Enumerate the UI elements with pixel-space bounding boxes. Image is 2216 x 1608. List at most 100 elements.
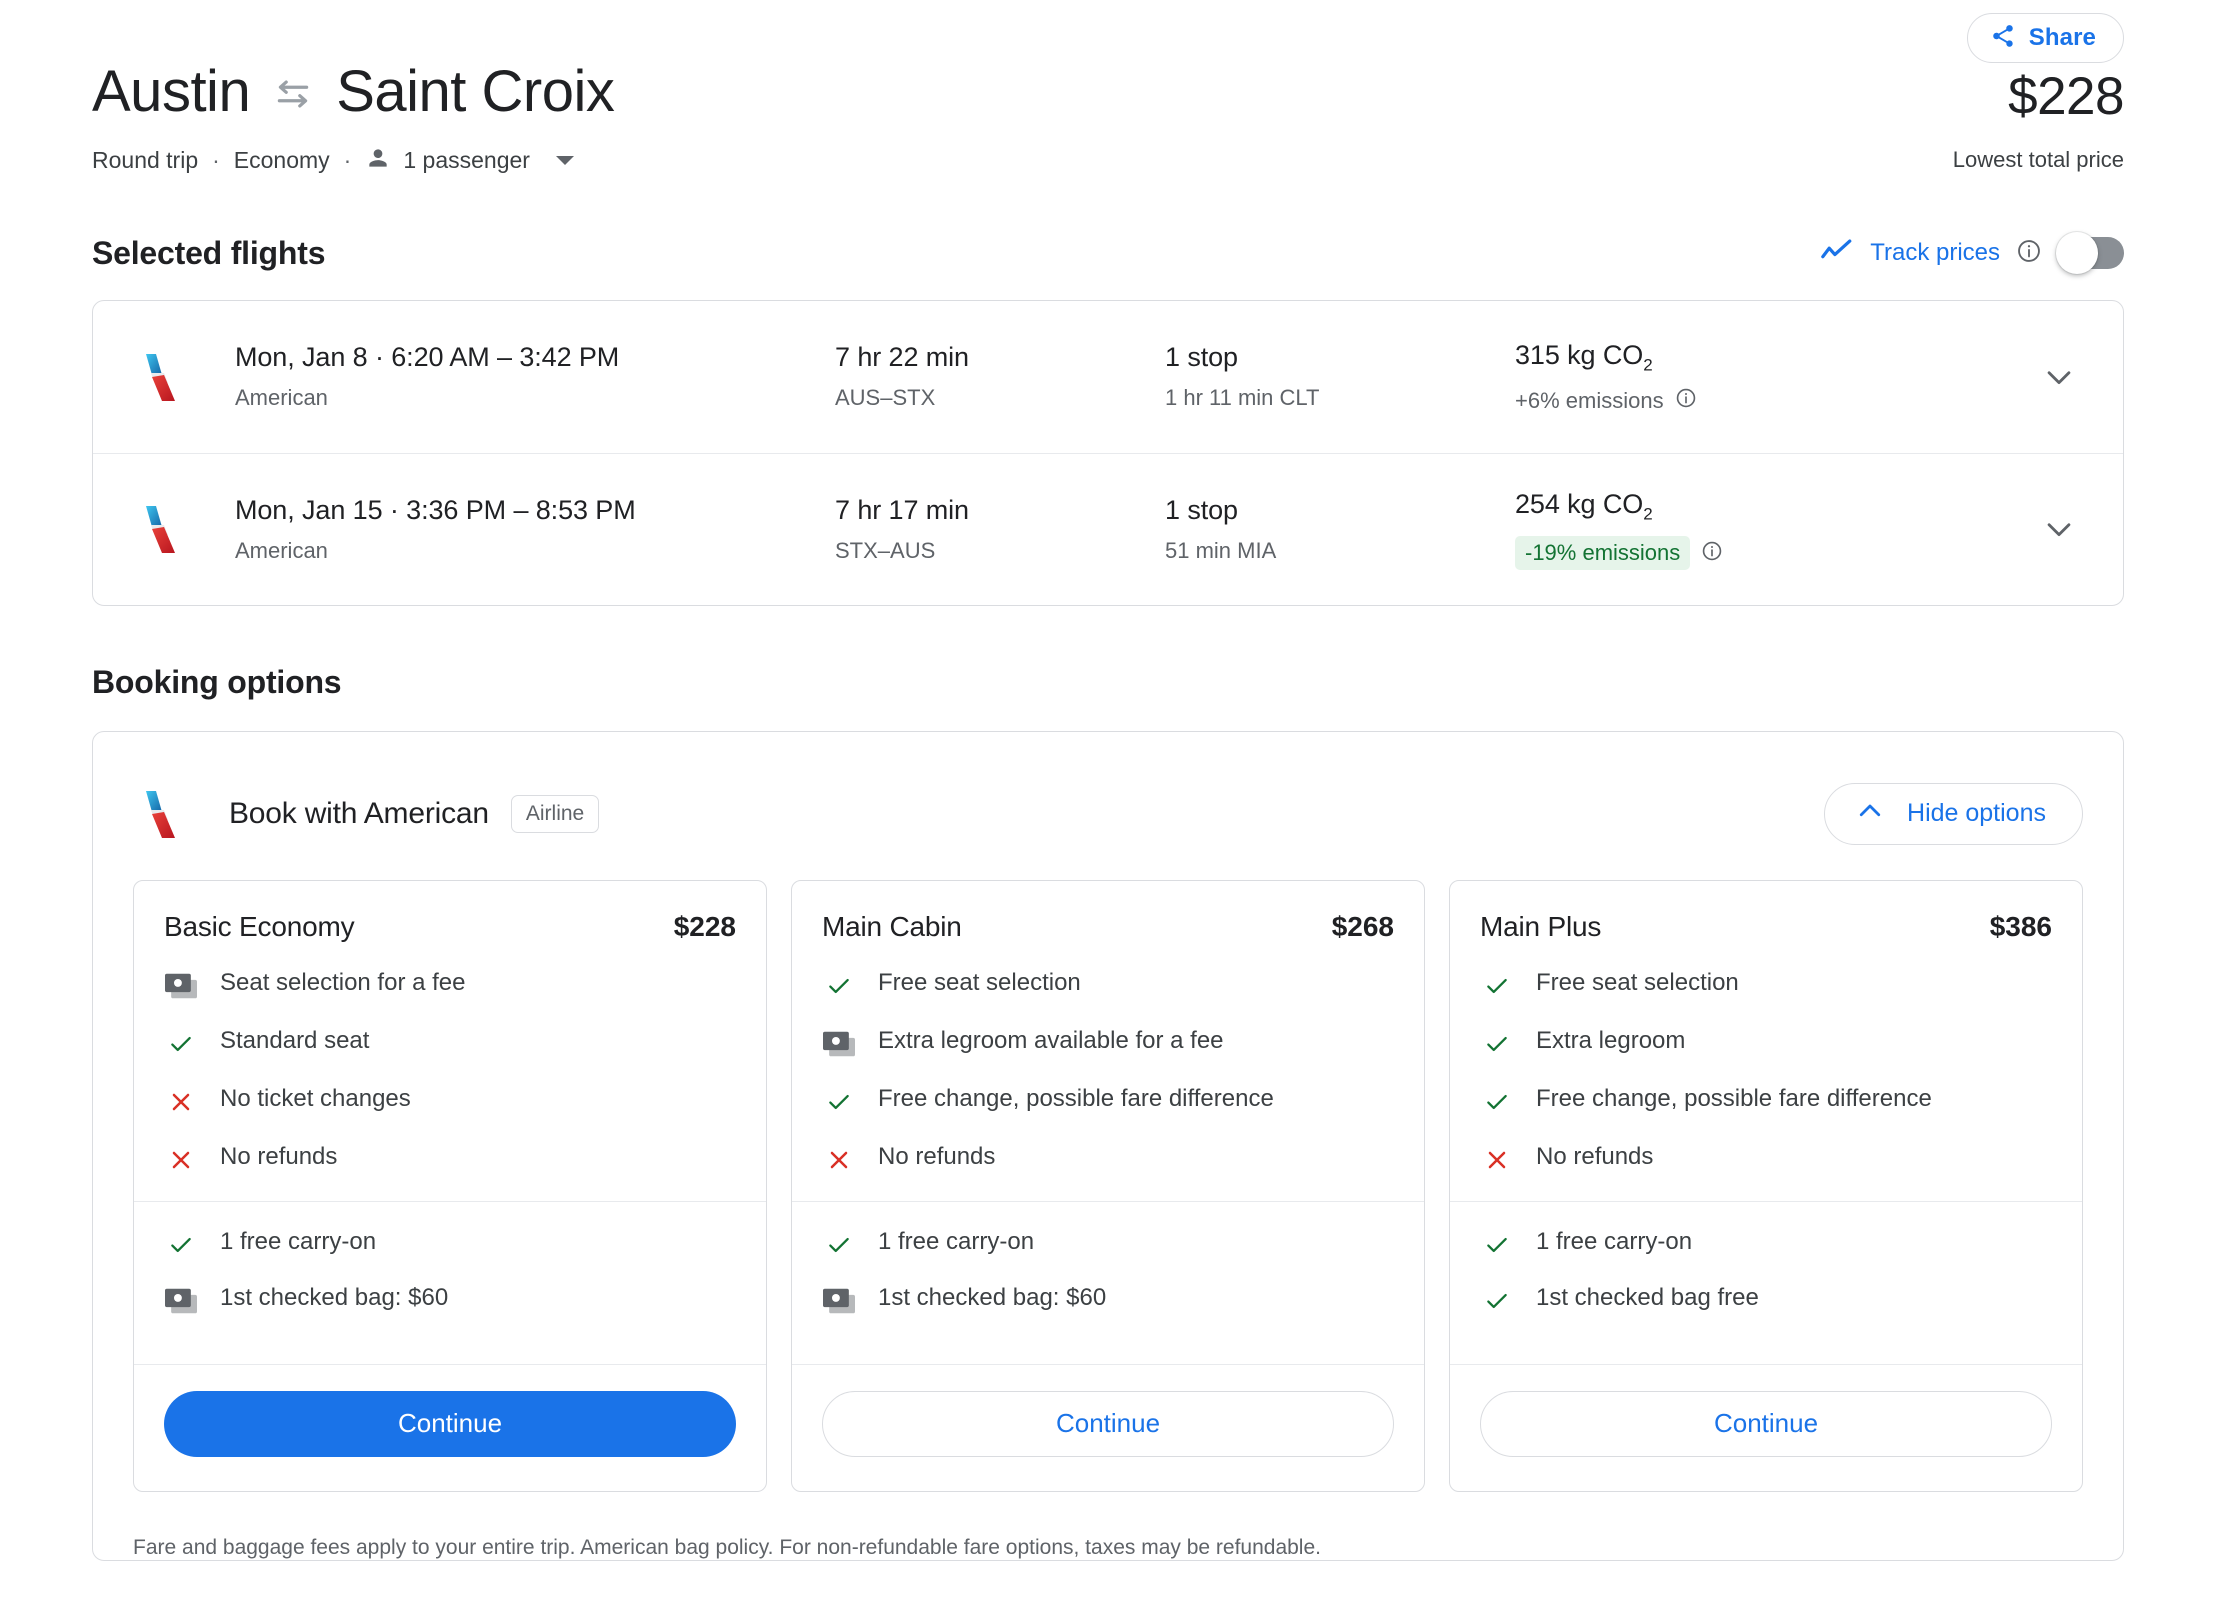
baggage-label: 1 free carry-on [878, 1227, 1035, 1255]
chevron-down-icon[interactable] [2039, 509, 2079, 549]
feature-label: Free seat selection [878, 968, 1081, 996]
co2-value: 254 [1515, 488, 1560, 519]
fare-baggage: 1 free carry-on 1st checked bag free [1450, 1200, 2082, 1364]
feature-item: No ticket changes [164, 1085, 736, 1117]
flight-layover: 1 hr 11 min CLT [1165, 385, 1320, 411]
trip-header: Austin Saint Croix Round trip · Economy … [92, 0, 2125, 177]
co2-unit: kg CO [1567, 488, 1644, 519]
baggage-item: 1 free carry-on [822, 1228, 1394, 1260]
passenger-selector[interactable]: 1 passenger [365, 145, 574, 177]
fare-price: $228 [673, 910, 736, 942]
co2-subscript: 2 [1643, 355, 1653, 375]
chevron-up-icon [1855, 796, 1885, 831]
info-icon[interactable] [1701, 540, 1723, 567]
flight-booking-page: Share Austin Saint Croix Round trip · Ec… [0, 0, 2216, 1608]
fare-cta-wrap: Continue [134, 1363, 766, 1491]
feature-item: Standard seat [164, 1027, 736, 1059]
continue-button[interactable]: Continue [822, 1390, 1394, 1457]
track-prices-label[interactable]: Track prices [1870, 239, 2000, 267]
fare-features: Free seat selection Extra legroom Free c… [1450, 951, 2082, 1201]
baggage-label: 1st checked bag: $60 [220, 1283, 449, 1311]
fee-money-icon [164, 971, 198, 1001]
cross-icon [1480, 1145, 1514, 1175]
chevron-down-icon[interactable] [2039, 357, 2079, 397]
cabin-class: Economy [233, 147, 330, 174]
fare-card[interactable]: Main Cabin $268 Free seat selection Extr… [791, 879, 1425, 1492]
continue-button[interactable]: Continue [1480, 1390, 2052, 1457]
flight-schedule: Mon, Jan 8 · 6:20 AM – 3:42 PM American [235, 342, 835, 411]
chevron-down-icon [555, 156, 574, 166]
hide-options-button[interactable]: Hide options [1824, 782, 2083, 845]
feature-label: Seat selection for a fee [220, 968, 466, 996]
flight-duration: 7 hr 22 min [835, 342, 969, 373]
flight-duration: 7 hr 17 min [835, 494, 969, 525]
flight-stops-block: 1 stop 51 min MIA [1165, 495, 1515, 564]
american-airlines-logo [133, 786, 189, 842]
booking-options-card: Book with American Airline Hide options … [92, 730, 2124, 1561]
track-prices-control: Track prices [1820, 232, 2124, 275]
fare-name: Basic Economy [164, 910, 355, 942]
info-icon[interactable] [1675, 387, 1697, 414]
flight-schedule: Mon, Jan 15 · 3:36 PM – 8:53 PM American [235, 495, 835, 564]
cross-icon [164, 1145, 198, 1175]
feature-label: No ticket changes [220, 1084, 411, 1112]
trip-summary: Round trip · Economy · 1 passenger [92, 145, 614, 177]
feature-label: Free seat selection [1536, 968, 1739, 996]
feature-item: Free change, possible fare difference [822, 1085, 1394, 1117]
flight-emissions-block: 254 kg CO2 -19% emissions [1515, 488, 1875, 571]
price-caption: Lowest total price [1952, 147, 2124, 172]
emissions-delta: +6% emissions [1515, 387, 1664, 413]
separator-2: · [343, 147, 352, 174]
check-icon [164, 1029, 198, 1059]
share-button[interactable]: Share [1966, 13, 2124, 63]
continue-button[interactable]: Continue [164, 1390, 736, 1457]
route-title: Austin Saint Croix [92, 59, 615, 124]
american-airlines-logo [133, 349, 189, 405]
booking-options-header: Booking options [92, 664, 2124, 701]
fare-header: Main Cabin $268 [792, 881, 1424, 951]
fare-cta-wrap: Continue [1450, 1363, 2082, 1491]
flight-row[interactable]: Mon, Jan 8 · 6:20 AM – 3:42 PM American … [93, 301, 2123, 453]
share-icon [1990, 23, 2016, 54]
fare-price: $268 [1331, 910, 1394, 942]
total-price: $228 [2008, 67, 2124, 126]
flight-row[interactable]: Mon, Jan 15 · 3:36 PM – 8:53 PM American… [93, 452, 2123, 605]
feature-label: No refunds [1536, 1142, 1654, 1170]
fee-money-icon [822, 1029, 856, 1059]
origin-city: Austin [92, 59, 251, 124]
selected-flights-title: Selected flights [92, 234, 326, 271]
baggage-label: 1 free carry-on [220, 1227, 377, 1255]
co2-value: 315 [1515, 339, 1560, 370]
feature-label: Extra legroom available for a fee [878, 1026, 1224, 1054]
co2-subscript: 2 [1643, 504, 1653, 524]
check-icon [1480, 1087, 1514, 1117]
trending-line-icon [1820, 238, 1854, 269]
flight-stops: 1 stop [1165, 494, 1238, 525]
share-button-label: Share [2028, 24, 2096, 51]
fare-baggage: 1 free carry-on 1st checked bag: $60 [134, 1200, 766, 1364]
check-icon [1480, 1230, 1514, 1260]
feature-item: Extra legroom available for a fee [822, 1027, 1394, 1059]
swap-arrows-icon [272, 77, 314, 116]
selected-flights-card: Mon, Jan 8 · 6:20 AM – 3:42 PM American … [92, 299, 2124, 606]
fare-card[interactable]: Main Plus $386 Free seat selection Extra… [1449, 879, 2083, 1492]
baggage-item: 1st checked bag free [1480, 1284, 2052, 1316]
fee-money-icon [164, 1286, 198, 1316]
cross-icon [822, 1145, 856, 1175]
fare-features: Free seat selection Extra legroom availa… [792, 951, 1424, 1201]
flight-emissions-block: 315 kg CO2 +6% emissions [1515, 340, 1875, 414]
fare-baggage: 1 free carry-on 1st checked bag: $60 [792, 1200, 1424, 1364]
flight-stops-block: 1 stop 1 hr 11 min CLT [1165, 342, 1515, 411]
passenger-count: 1 passenger [403, 147, 530, 174]
baggage-label: 1st checked bag free [1536, 1283, 1759, 1311]
trip-type: Round trip [92, 147, 199, 174]
check-icon [164, 1230, 198, 1260]
check-icon [822, 971, 856, 1001]
emissions-line: -19% emissions [1515, 536, 1875, 571]
info-icon[interactable] [2016, 238, 2042, 269]
track-prices-toggle[interactable] [2056, 232, 2124, 275]
feature-label: Free change, possible fare difference [1536, 1084, 1932, 1112]
flight-datetime: Mon, Jan 8 · 6:20 AM – 3:42 PM [235, 342, 620, 373]
fare-card[interactable]: Basic Economy $228 Seat selection for a … [133, 879, 767, 1492]
flight-layover: 51 min MIA [1165, 537, 1277, 563]
